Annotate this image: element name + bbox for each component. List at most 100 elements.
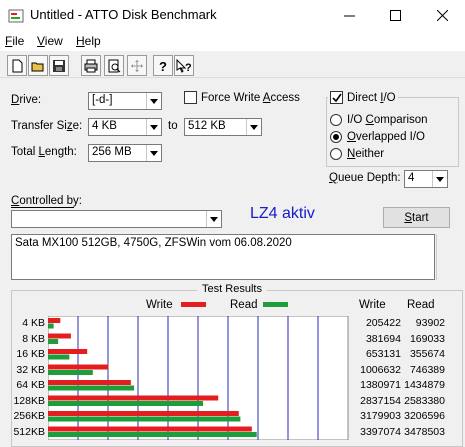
read-value: 169033 <box>409 332 445 345</box>
controlled-by-label: Controlled by: <box>11 195 82 207</box>
bar-read-512kb <box>48 432 257 437</box>
move-icon <box>131 59 143 72</box>
new-button[interactable] <box>7 55 27 76</box>
menu-file[interactable]: File <box>5 34 24 48</box>
legend-read-label: Read <box>230 299 258 311</box>
bar-read-16kb <box>48 354 70 360</box>
force-write-access-label: Force Write Access <box>201 92 300 104</box>
bar-write-256kb <box>48 411 239 416</box>
read-value: 3206596 <box>404 410 445 422</box>
chevron-down-icon <box>146 119 161 135</box>
chevron-down-icon <box>146 145 161 161</box>
context-help-button[interactable]: ? <box>174 55 194 76</box>
results-bar-chart <box>48 316 349 440</box>
bar-read-32kb <box>48 370 93 375</box>
total-length-select[interactable]: 256 MB <box>88 144 162 162</box>
menu-view[interactable]: View <box>37 34 63 48</box>
open-button[interactable] <box>28 55 48 76</box>
help-button[interactable]: ? <box>153 55 173 76</box>
chevron-down-icon <box>146 93 161 109</box>
menu-help[interactable]: Help <box>76 34 101 48</box>
new-icon <box>12 59 23 72</box>
print-preview-icon <box>108 59 121 72</box>
column-header-write: Write <box>359 299 386 311</box>
svg-text:?: ? <box>185 62 192 73</box>
read-value: 355674 <box>409 348 445 360</box>
queue-depth-label: Queue Depth: <box>329 172 401 184</box>
transfer-size-to-select[interactable]: 512 KB <box>184 118 262 136</box>
description-scrollbar[interactable] <box>436 234 465 280</box>
row-label: 4 KB <box>22 317 45 329</box>
read-value: 746389 <box>409 363 445 376</box>
maximize-button[interactable] <box>372 0 418 31</box>
bar-write-128kb <box>48 395 219 401</box>
controlled-by-underline <box>11 207 74 208</box>
legend-write-label: Write <box>146 299 173 311</box>
bar-read-64kb <box>48 385 135 391</box>
bar-write-4kb <box>48 318 61 323</box>
legend-write-swatch <box>181 302 206 307</box>
drive-select[interactable]: [-d-] <box>88 92 162 110</box>
atto-app-icon <box>8 8 24 24</box>
io-comparison-label: I/O Comparison <box>347 114 428 126</box>
open-icon <box>31 62 44 71</box>
row-label: 64 KB <box>16 379 45 391</box>
bar-read-128kb <box>48 401 204 406</box>
help-icon: ? <box>159 59 167 73</box>
bar-write-32kb <box>48 364 109 370</box>
bar-read-4kb <box>48 323 54 329</box>
legend-read-swatch <box>263 302 288 307</box>
window-title: Untitled - ATTO Disk Benchmark <box>30 7 217 22</box>
transfer-size-from-select[interactable]: 4 KB <box>88 118 162 136</box>
overlapped-io-label: Overlapped I/O <box>347 131 425 143</box>
read-value: 93902 <box>415 317 445 329</box>
row-label: 32 KB <box>16 363 45 376</box>
minimize-button[interactable] <box>326 0 372 31</box>
chevron-down-icon <box>206 211 221 227</box>
bar-write-512kb <box>48 426 252 432</box>
close-button[interactable] <box>419 0 465 31</box>
controlled-by-select[interactable] <box>11 210 222 228</box>
row-label: 256KB <box>13 410 45 422</box>
minimize-icon <box>343 15 355 17</box>
maximize-icon <box>389 10 401 21</box>
svg-text:?: ? <box>159 59 167 73</box>
queue-depth-select[interactable]: 4 <box>404 170 448 188</box>
read-value: 2583380 <box>404 394 445 407</box>
chevron-down-icon <box>432 171 447 187</box>
description-field[interactable]: Sata MX100 512GB, 4750G, ZFSWin vom 06.0… <box>11 234 435 280</box>
bar-write-64kb <box>48 380 131 385</box>
context-help-icon: ? <box>176 58 192 73</box>
column-header-read: Read <box>407 299 435 311</box>
bar-read-8kb <box>48 339 59 344</box>
neither-radio[interactable] <box>330 148 342 160</box>
print-preview-button[interactable] <box>104 55 124 76</box>
io-comparison-radio[interactable] <box>330 114 342 126</box>
row-label: 8 KB <box>22 332 45 345</box>
move-button[interactable] <box>127 55 147 76</box>
direct-io-label: Direct I/O <box>347 92 396 104</box>
radio-selected-dot <box>333 134 339 140</box>
toolbar <box>0 52 465 78</box>
overlapped-io-radio[interactable] <box>330 131 342 143</box>
save-icon <box>53 59 65 72</box>
save-button[interactable] <box>49 55 69 76</box>
menu-bar <box>0 31 465 51</box>
start-button[interactable]: Start <box>383 207 450 228</box>
direct-io-checkbox[interactable] <box>330 91 343 104</box>
row-label: 512KB <box>13 425 45 438</box>
transfer-size-label: Transfer Size: <box>11 120 83 132</box>
bar-read-256kb <box>48 416 241 422</box>
neither-label: Neither <box>347 148 385 160</box>
test-results-title: Test Results <box>197 283 267 297</box>
read-value: 3478503 <box>404 425 445 438</box>
force-write-access-checkbox[interactable] <box>184 91 197 104</box>
print-button[interactable] <box>81 55 101 76</box>
drive-label: Drive: <box>11 94 42 106</box>
transfer-to-label: to <box>168 120 178 132</box>
total-length-label: Total Length: <box>11 146 77 158</box>
checkmark-icon <box>331 93 342 102</box>
row-label: 16 KB <box>16 348 45 360</box>
row-label: 128KB <box>13 394 45 407</box>
close-icon <box>436 10 448 21</box>
